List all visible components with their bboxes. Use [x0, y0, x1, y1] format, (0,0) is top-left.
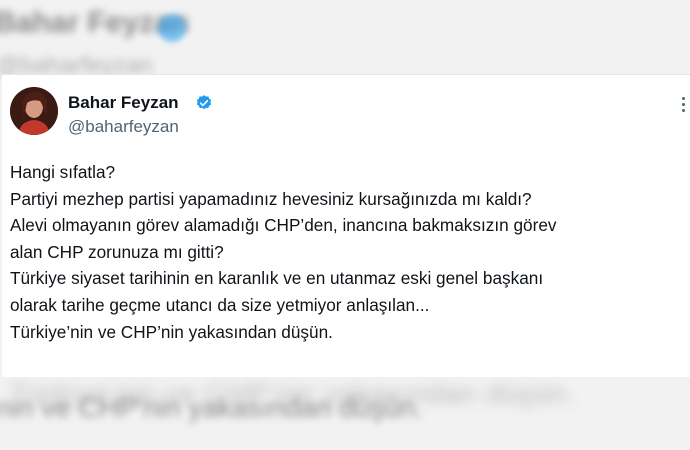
tweet-line: alan CHP zorunuza mı gitti?	[10, 241, 224, 262]
background-verified-icon	[158, 14, 186, 42]
tweet-card: Bahar Feyzan @baharfeyzan Hangi sıfatla?…	[2, 74, 690, 377]
background-text-line: nin ve CHP'nin yakasından düşün.	[0, 392, 424, 423]
tweet-text: Hangi sıfatla? Partiyi mezhep partisi ya…	[10, 159, 686, 345]
tweet-line: Hangi sıfatla?	[10, 162, 116, 182]
tweet-line: Türkiye’nin ve CHP’nin yakasından düşün.	[10, 321, 333, 342]
tweet-line: Partiyi mezhep partisi yapamadınız heves…	[10, 188, 532, 209]
tweet-line: Türkiye siyaset tarihinin en karanlık ve…	[10, 268, 544, 289]
avatar[interactable]	[10, 87, 58, 135]
verified-badge-icon	[196, 95, 212, 110]
tweet-line: Alevi olmayanın görev alamadığı CHP’den,…	[10, 215, 557, 236]
user-handle[interactable]: @baharfeyzan	[68, 117, 179, 137]
user-name[interactable]: Bahar Feyzan	[68, 93, 179, 113]
tweet-line: olarak tarihe geçme utancı da size yetmi…	[10, 294, 430, 315]
more-options-icon[interactable]	[682, 97, 686, 113]
